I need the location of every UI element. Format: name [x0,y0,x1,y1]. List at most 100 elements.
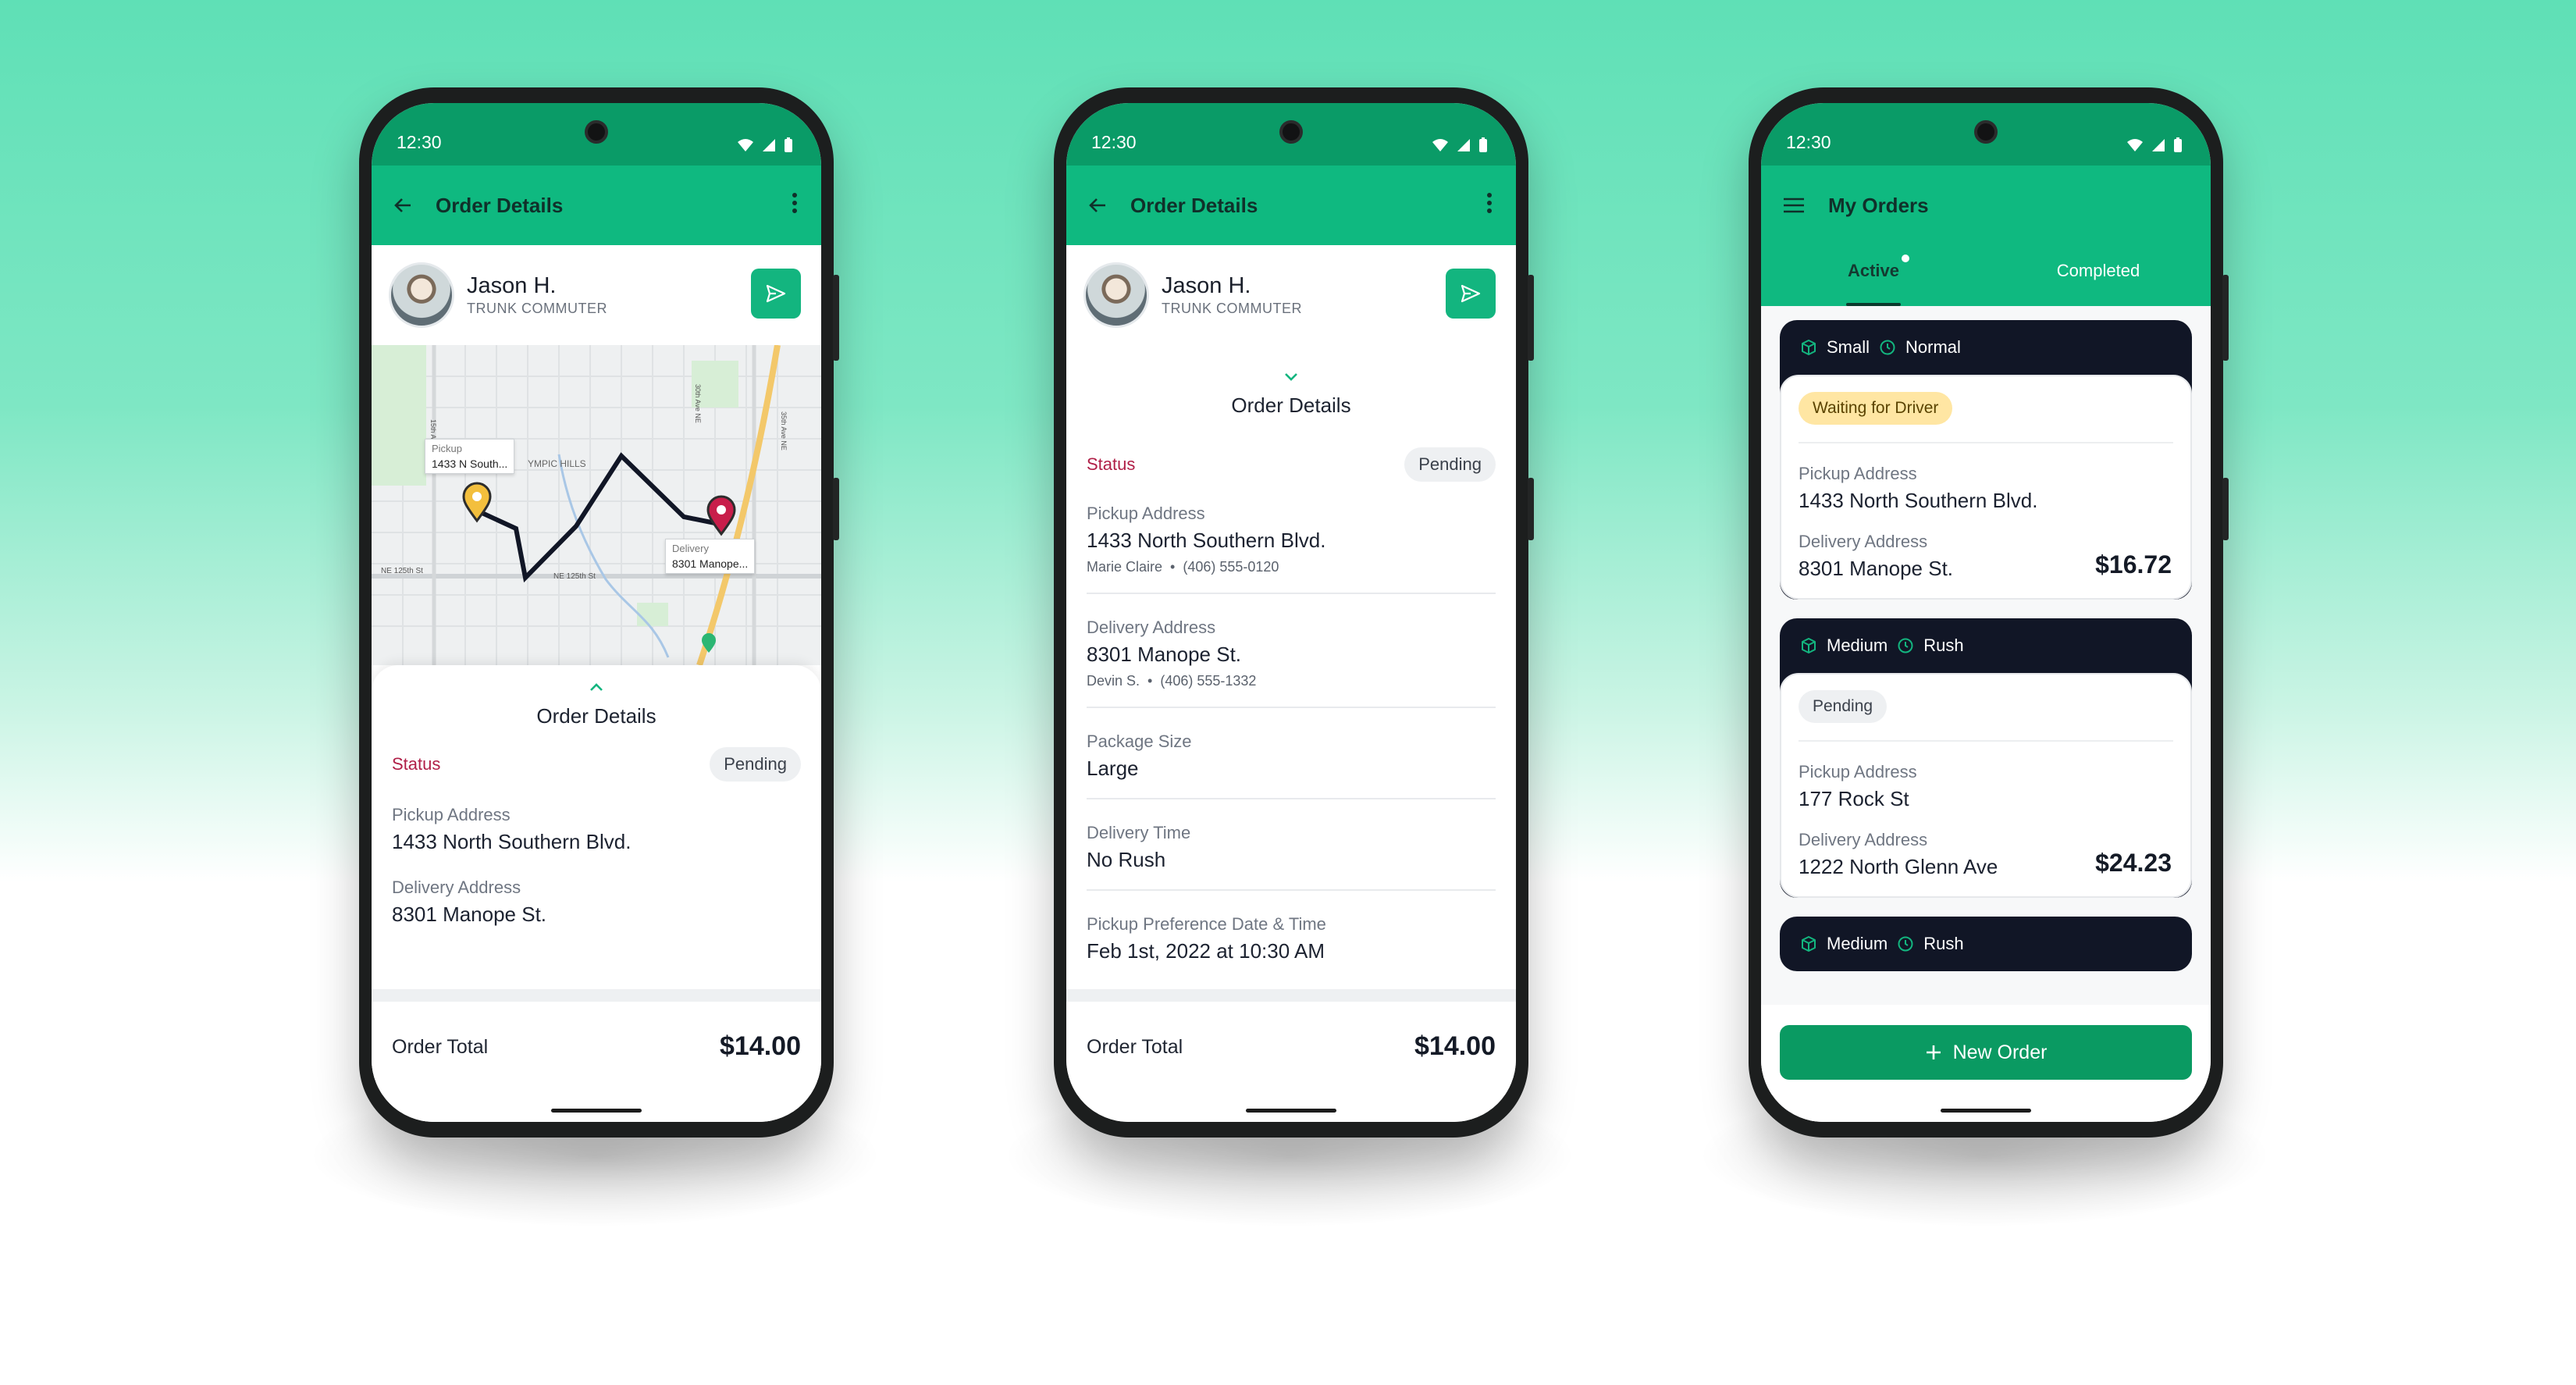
pickup-contact-name: Marie Claire [1087,559,1163,575]
app-bar: Order Details [1066,166,1516,245]
status-badge: Waiting for Driver [1799,392,1953,425]
gesture-bar[interactable] [1246,1109,1336,1113]
package-size-value: Large [1087,757,1139,780]
user-name: Jason H. [1162,273,1251,298]
order-total-bar: Order Total $14.00 [1066,989,1516,1122]
delivery-callout: Delivery 8301 Manope... [665,539,756,574]
user-header: Jason H. TRUNK COMMUTER [1066,245,1516,345]
order-total-value: $14.00 [720,1031,801,1061]
status-time: 12:30 [1786,132,1831,152]
order-tabs: Active Completed [1761,245,2211,306]
divider [1087,798,1496,799]
status-bar: 12:30 [1761,103,2211,166]
pickup-address-value: 1433 North Southern Blvd. [1799,489,2038,512]
send-icon [766,284,786,303]
user-name: Jason H. [467,273,557,298]
order-speed: Normal [1905,337,1961,357]
order-details-panel: Order Details Status Pending Pickup Addr… [1066,361,1516,963]
delivery-callout-address: 8301 Manope... [672,557,749,570]
clock-icon [1898,638,1913,653]
delivery-time-label: Delivery Time [1087,823,1191,842]
screen: 12:30 Order Details Jason H. TRUNK COMMU… [1066,103,1516,1122]
divider [1087,593,1496,594]
pickup-callout: Pickup 1433 N South... [425,439,515,474]
pickup-callout-address: 1433 N South... [432,458,508,470]
order-card[interactable]: Small Normal Waiting for Driver Pickup A… [1780,320,2192,600]
more-vert-icon[interactable] [1486,192,1493,214]
new-indicator-dot [1902,255,1909,262]
new-order-button[interactable]: New Order [1780,1025,2192,1080]
sheet-title: Order Details [536,704,656,728]
signal-icon [1457,139,1470,151]
chevron-down-icon[interactable] [1284,372,1298,381]
more-vert-icon[interactable] [792,192,798,214]
phone-my-orders: 12:30 My Orders Active Completed Small N… [1749,87,2229,1138]
pickup-address-value: 1433 North Southern Blvd. [392,830,632,853]
gesture-bar[interactable] [1941,1109,2031,1113]
status-badge: Pending [1799,690,1888,723]
order-size: Medium [1827,934,1888,953]
new-order-label: New Order [1952,1041,2048,1063]
status-badge: Pending [1404,447,1496,482]
pickup-address-value: 1433 North Southern Blvd. [1087,529,1326,552]
back-arrow-icon[interactable] [1088,196,1107,215]
divider [1799,442,2173,443]
battery-icon [1479,137,1487,152]
gesture-bar[interactable] [551,1109,642,1113]
signal-icon [2152,139,2165,151]
send-message-button[interactable] [1446,269,1496,319]
delivery-address-label: Delivery Address [392,878,521,897]
screen: 12:30 My Orders Active Completed Small N… [1761,103,2211,1122]
order-size: Small [1827,337,1870,357]
pickup-preference-value: Feb 1st, 2022 at 10:30 AM [1087,939,1325,963]
user-role: TRUNK COMMUTER [467,301,607,316]
map-street-label: NE 125th St [553,572,596,581]
order-total-bar: Order Total $14.00 [372,989,821,1122]
avatar [1083,262,1149,328]
app-bar: Order Details [372,166,821,245]
pickup-address-label: Pickup Address [1087,504,1205,523]
delivery-contact-name: Devin S. [1087,673,1140,689]
front-camera [1279,120,1303,144]
wifi-icon [1432,139,1448,151]
orders-list[interactable]: Small Normal Waiting for Driver Pickup A… [1761,306,2211,1122]
map-area-label: YMPIC HILLS [528,458,586,469]
order-total-value: $14.00 [1414,1031,1496,1061]
order-speed: Rush [1923,636,1964,655]
package-size-label: Package Size [1087,732,1192,751]
avatar [389,262,454,328]
delivery-address-label: Delivery Address [1087,618,1216,637]
pickup-preference-label: Pickup Preference Date & Time [1087,914,1326,934]
route-map[interactable]: YMPIC HILLS NE 125th St NE 125th St 15th… [372,345,821,665]
delivery-contact-phone[interactable]: (406) 555-1332 [1160,673,1256,689]
front-camera [585,120,608,144]
order-speed: Rush [1923,934,1964,953]
order-card[interactable]: Medium Rush [1780,917,2192,971]
order-total-label: Order Total [392,1036,489,1058]
status-time: 12:30 [1091,132,1137,152]
status-label: Status [1087,454,1136,474]
send-message-button[interactable] [751,269,801,319]
back-arrow-icon[interactable] [393,196,412,215]
delivery-callout-label: Delivery [672,543,709,554]
screen: 12:30 Order Details Jason H. TRUNK COMMU… [372,103,821,1122]
divider [1799,740,2173,742]
page-title: My Orders [1828,193,1929,217]
tab-active[interactable]: Active [1761,245,1986,306]
tab-completed-label: Completed [2056,261,2140,280]
pickup-contact-phone[interactable]: (406) 555-0120 [1183,559,1279,575]
divider [1087,707,1496,708]
battery-icon [2174,137,2182,152]
tab-completed[interactable]: Completed [1986,245,2211,306]
wifi-icon [2127,139,2143,151]
chevron-up-icon[interactable] [589,682,603,692]
order-size: Medium [1827,636,1888,655]
send-icon [1461,284,1481,303]
delivery-address-value: 8301 Manope St. [1087,643,1242,666]
menu-icon[interactable] [1783,197,1805,214]
order-card[interactable]: Medium Rush Pending Pickup Address 177 R… [1780,618,2192,898]
signal-icon [763,139,775,151]
phone-order-map: 12:30 Order Details Jason H. TRUNK COMMU… [359,87,839,1138]
status-time: 12:30 [397,132,442,152]
map-canvas: YMPIC HILLS NE 125th St NE 125th St 15th… [372,345,821,665]
